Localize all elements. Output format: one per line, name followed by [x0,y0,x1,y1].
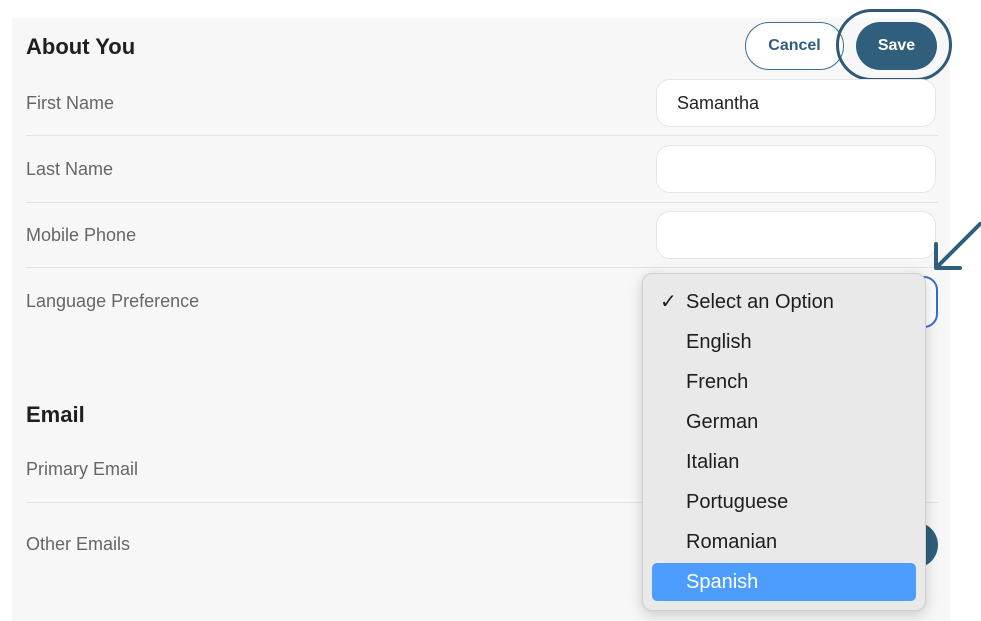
dropdown-option-label: Spanish [686,571,759,593]
language-dropdown-menu: ✓ Select an Option English French German Ital… [642,273,926,611]
dropdown-option-german[interactable]: German [652,403,916,441]
checkmark-icon: ✓ [660,291,677,313]
last-name-label: Last Name [26,159,114,179]
dropdown-option-label: French [686,371,749,393]
dropdown-option-label: English [686,331,752,353]
last-name-input[interactable] [656,145,936,193]
divider [26,267,938,268]
mobile-phone-label: Mobile Phone [26,225,137,245]
save-button[interactable]: Save [856,22,937,70]
divider [26,135,938,136]
dropdown-option-label: Select an Option [686,291,834,313]
first-name-input[interactable]: Samantha [656,79,936,127]
dropdown-option-label: German [686,411,759,433]
dropdown-option-french[interactable]: French [652,363,916,401]
annotation-arrow-icon [934,222,981,270]
mobile-phone-input[interactable] [656,211,936,259]
first-name-label: First Name [26,93,115,113]
divider [26,202,938,203]
dropdown-option-portuguese[interactable]: Portuguese [652,483,916,521]
language-preference-label: Language Preference [26,291,200,311]
primary-email-label: Primary Email [26,459,139,479]
dropdown-option-romanian[interactable]: Romanian [652,523,916,561]
dropdown-option-spanish[interactable]: Spanish [652,563,916,601]
dropdown-option-label: Italian [686,451,740,473]
dropdown-option-italian[interactable]: Italian [652,443,916,481]
email-section-title: Email [26,402,85,427]
dropdown-option-label: Romanian [686,531,778,553]
other-emails-label: Other Emails [26,534,131,554]
about-section-title: About You [26,34,136,59]
cancel-button[interactable]: Cancel [745,22,844,70]
dropdown-option-english[interactable]: English [652,323,916,361]
dropdown-option-select-an-option[interactable]: ✓ Select an Option [652,283,916,321]
dropdown-option-label: Portuguese [686,491,789,513]
